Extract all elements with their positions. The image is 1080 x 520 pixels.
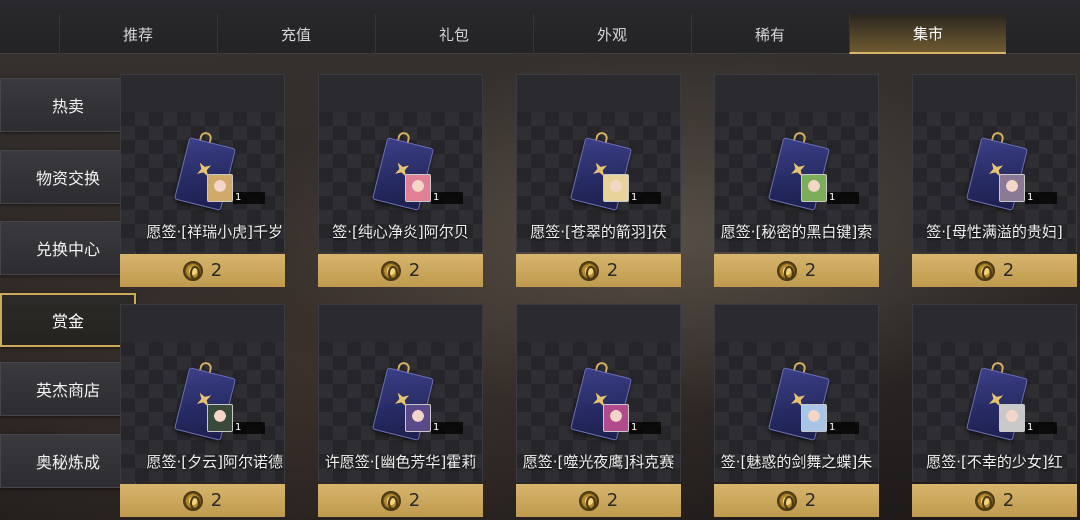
bounty-coin-icon (182, 490, 203, 511)
tab-recommend[interactable]: 推荐 (59, 14, 216, 54)
price-value: 2 (210, 260, 223, 281)
buy-price-button[interactable]: 2 (120, 254, 285, 287)
character-portrait (405, 174, 431, 202)
bounty-coin-icon (776, 490, 797, 511)
item-quantity: 1 (827, 192, 859, 204)
card-header (516, 74, 681, 112)
shop-item-card[interactable]: 1 许愿签·[幽色芳华]霍莉 2 (318, 304, 483, 518)
item-quantity: 1 (629, 192, 661, 204)
item-quantity: 1 (1025, 192, 1057, 204)
character-portrait (405, 404, 431, 432)
sidebar-item-arcane-crafting[interactable]: 奥秘炼成 (0, 434, 136, 488)
shop-item-card[interactable]: 1 愿签·[噬光夜鹰]科克赛 2 (516, 304, 681, 518)
item-quantity: 1 (431, 192, 463, 204)
card-header (120, 304, 285, 342)
price-value: 2 (408, 260, 421, 281)
item-name: 签·[母性满溢的贵妇] (926, 223, 1063, 241)
item-name: 愿签·[不幸的少女]红 (926, 453, 1063, 471)
item-quantity: 1 (233, 422, 265, 434)
character-portrait (603, 174, 629, 202)
card-header (516, 304, 681, 342)
item-name: 许愿签·[幽色芳华]霍莉 (324, 453, 477, 471)
item-name: 签·[魅惑的剑舞之蝶]朱 (720, 453, 873, 471)
shop-item-card[interactable]: 1 签·[母性满溢的贵妇] 2 (912, 74, 1077, 288)
shop-item-card[interactable]: 1 愿签·[夕云]阿尔诺德 2 (120, 304, 285, 518)
shop-item-card[interactable]: 1 愿签·[苍翠的箭羽]茯 2 (516, 74, 681, 288)
category-tab-bar: 推荐 充值 礼包 外观 稀有 集市 (0, 0, 1080, 54)
card-header (714, 304, 879, 342)
card-header (714, 74, 879, 112)
character-portrait (999, 174, 1025, 202)
sidebar-item-bounty[interactable]: 赏金 (0, 293, 136, 347)
price-value: 2 (210, 490, 223, 511)
bounty-coin-icon (974, 490, 995, 511)
tab-market[interactable]: 集市 (849, 14, 1006, 54)
bounty-coin-icon (776, 260, 797, 281)
item-quantity: 1 (629, 422, 661, 434)
price-value: 2 (606, 260, 619, 281)
bounty-coin-icon (182, 260, 203, 281)
item-name: 愿签·[噬光夜鹰]科克赛 (522, 453, 675, 471)
item-name: 愿签·[夕云]阿尔诺德 (146, 453, 283, 471)
character-portrait (999, 404, 1025, 432)
bounty-coin-icon (974, 260, 995, 281)
shop-item-card[interactable]: 1 签·[纯心净炎]阿尔贝 2 (318, 74, 483, 288)
item-name: 愿签·[秘密的黑白键]索 (720, 223, 873, 241)
item-quantity: 1 (233, 192, 265, 204)
price-value: 2 (804, 490, 817, 511)
buy-price-button[interactable]: 2 (120, 484, 285, 517)
card-header (912, 304, 1077, 342)
tab-rare[interactable]: 稀有 (691, 14, 848, 54)
sidebar-item-material-exchange[interactable]: 物资交换 (0, 150, 136, 204)
character-portrait (801, 404, 827, 432)
price-value: 2 (1002, 490, 1015, 511)
character-portrait (207, 174, 233, 202)
shop-item-card[interactable]: 1 愿签·[祥瑞小虎]千岁 2 (120, 74, 285, 288)
price-value: 2 (606, 490, 619, 511)
buy-price-button[interactable]: 2 (318, 254, 483, 287)
item-name: 签·[纯心净炎]阿尔贝 (332, 223, 469, 241)
card-header (912, 74, 1077, 112)
buy-price-button[interactable]: 2 (714, 484, 879, 517)
buy-price-button[interactable]: 2 (912, 484, 1077, 517)
buy-price-button[interactable]: 2 (516, 484, 681, 517)
price-value: 2 (408, 490, 421, 511)
buy-price-button[interactable]: 2 (318, 484, 483, 517)
buy-price-button[interactable]: 2 (516, 254, 681, 287)
item-quantity: 1 (827, 422, 859, 434)
item-quantity: 1 (431, 422, 463, 434)
tab-gift-pack[interactable]: 礼包 (375, 14, 532, 54)
bounty-coin-icon (380, 260, 401, 281)
card-header (318, 304, 483, 342)
item-name: 愿签·[苍翠的箭羽]茯 (530, 223, 667, 241)
tab-appearance[interactable]: 外观 (533, 14, 690, 54)
item-name: 愿签·[祥瑞小虎]千岁 (146, 223, 283, 241)
bounty-coin-icon (578, 260, 599, 281)
card-header (318, 74, 483, 112)
price-value: 2 (1002, 260, 1015, 281)
sidebar-item-hot-sale[interactable]: 热卖 (0, 78, 136, 132)
character-portrait (603, 404, 629, 432)
bounty-coin-icon (578, 490, 599, 511)
card-header (120, 74, 285, 112)
shop-item-card[interactable]: 1 愿签·[秘密的黑白键]索 2 (714, 74, 879, 288)
sidebar-item-exchange-center[interactable]: 兑换中心 (0, 221, 136, 275)
shop-item-card[interactable]: 1 愿签·[不幸的少女]红 2 (912, 304, 1077, 518)
sidebar-item-hero-shop[interactable]: 英杰商店 (0, 362, 136, 416)
item-quantity: 1 (1025, 422, 1057, 434)
buy-price-button[interactable]: 2 (714, 254, 879, 287)
character-portrait (801, 174, 827, 202)
shop-item-card[interactable]: 1 签·[魅惑的剑舞之蝶]朱 2 (714, 304, 879, 518)
buy-price-button[interactable]: 2 (912, 254, 1077, 287)
tab-recharge[interactable]: 充值 (217, 14, 374, 54)
price-value: 2 (804, 260, 817, 281)
character-portrait (207, 404, 233, 432)
bounty-coin-icon (380, 490, 401, 511)
